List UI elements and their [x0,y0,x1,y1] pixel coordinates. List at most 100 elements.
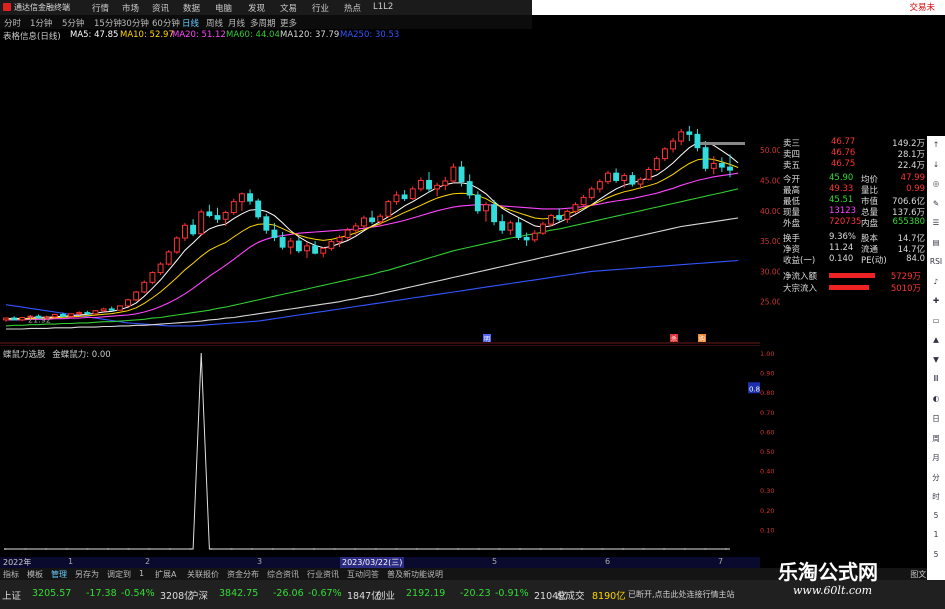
candle-body [108,308,115,311]
period-30min[interactable]: 30分钟 [121,17,149,29]
candle-body [531,232,538,241]
menu-item-faxian[interactable]: 发现 [248,2,265,14]
ask-row[interactable]: 卖三 46.77 149.2万 [779,137,927,149]
indicator-chart[interactable]: 0.82 [0,345,760,557]
toolbar-icon-20[interactable]: 1 [929,530,943,539]
period-multi[interactable]: 多周期 [250,17,276,29]
signal-badge-text-3: 购 [699,335,705,343]
stat-value: 45.51 [829,195,854,205]
flow-row: 净流入额 5729万 [779,270,927,282]
bottom-tab-6[interactable]: 扩展A [155,569,176,580]
candle-body [165,251,172,265]
toolbar-icon-5[interactable]: ▤ [929,238,943,247]
title-bar-blank: 交易未 [532,0,945,15]
indicator-axis-label: 0.90 [760,370,774,378]
toolbar-icon-3[interactable]: ✎ [929,199,943,208]
toolbar-icon-6[interactable]: RSI [929,257,943,266]
period-5min[interactable]: 5分钟 [62,17,84,29]
stat-value-2: 655380 [892,217,925,227]
trade-link[interactable]: 交易未 [909,1,935,13]
period-60min[interactable]: 60分钟 [152,17,180,29]
toolbar-icon-14[interactable]: 日 [929,413,943,424]
date-month-6: 6 [605,557,611,566]
candle-body [92,310,99,315]
baseline-dot [230,548,233,550]
toolbar-icon-17[interactable]: 分 [929,472,943,483]
period-monthly[interactable]: 月线 [228,17,245,29]
candle-body [458,166,465,183]
menu-item-redian[interactable]: 热点 [344,2,361,14]
toolbar-icon-12[interactable]: Ⅲ [929,374,943,383]
bottom-tab-3[interactable]: 另存为 [75,569,99,580]
bottom-tab-4[interactable]: 调定到 [107,569,131,580]
toolbar-icon-0[interactable]: ↑ [929,140,943,149]
toolbar-icon-19[interactable]: 5 [929,511,943,520]
ticker-name[interactable]: 上证 [2,588,21,602]
period-1min[interactable]: 1分钟 [30,17,52,29]
period-weekly[interactable]: 周线 [206,17,223,29]
toolbar-icon-16[interactable]: 月 [929,452,943,463]
bottom-tab-9[interactable]: 综合资讯 [267,569,299,580]
ask-row[interactable]: 卖四 46.76 28.1万 [779,148,927,160]
price-axis-label: 35.00 [760,237,780,246]
date-selected[interactable]: 2023/03/22(三) [340,557,405,568]
bottom-tab-7[interactable]: 关联报价 [187,569,219,580]
period-15min[interactable]: 15分钟 [94,17,122,29]
menu-item-wenyi[interactable]: 文易 [280,2,297,14]
bottom-tab-2[interactable]: 管理 [51,569,67,580]
bottom-tab-11[interactable]: 互动问答 [347,569,379,580]
menu-item-shuju[interactable]: 数据 [183,2,200,14]
period-more[interactable]: 更多 [280,17,297,29]
baseline-dot [416,548,418,550]
candle-body [11,317,18,321]
bottom-tab-5[interactable]: 1 [139,569,144,578]
ma-line-ma20 [6,172,739,321]
toolbar-icon-10[interactable]: ▲ [929,335,943,344]
candle-body [523,236,530,241]
menu-item-hangqing[interactable]: 行情 [92,2,109,14]
menu-item-zixun[interactable]: 资讯 [152,2,169,14]
ma-legend-bar: 表格信息(日线) MA5: 47.85 MA10: 52.97 MA20: 51… [0,29,532,42]
ticker-name[interactable]: 创业 [376,588,395,602]
connection-status[interactable]: 已断开,点击此处连接行情主站 [628,589,735,600]
candle-body [588,188,595,198]
toolbar-icon-9[interactable]: ▭ [929,316,943,325]
period-fenshi[interactable]: 分时 [4,17,21,29]
bottom-tab-8[interactable]: 资金分布 [227,569,259,580]
menu-item-shichang[interactable]: 市场 [122,2,139,14]
low-price-label: 21.92 [28,315,51,324]
period-daily[interactable]: 日线 [182,17,199,29]
baseline-dot [704,548,707,550]
ticker-pct: -0.91% [495,588,529,599]
toolbar-icon-8[interactable]: ✚ [929,296,943,305]
toolbar-icon-13[interactable]: ◐ [929,394,943,403]
bottom-tab-1[interactable]: 模板 [27,569,43,580]
toolbar-icon-21[interactable]: 5 [929,550,943,559]
toolbar-icon-1[interactable]: ↓ [929,160,943,169]
ask-row[interactable]: 卖五 46.75 22.4万 [779,159,927,171]
toolbar-icon-11[interactable]: ▼ [929,355,943,364]
menu-item-l1l2[interactable]: L1L2 [373,2,393,12]
signal-badge-text-1: 明 [484,336,490,343]
candle-body [564,210,571,220]
candle-body [19,316,26,321]
toolbar-icon-15[interactable]: 周 [929,433,943,444]
menu-item-hangye[interactable]: 行业 [312,2,329,14]
candle-body [515,222,522,238]
bottom-tab-12[interactable]: 普及新功能说明 [387,569,443,580]
baseline-dot [4,548,6,550]
ticker-name[interactable]: 沪深 [189,588,208,602]
toolbar-icon-7[interactable]: ♪ [929,277,943,286]
menu-item-diannao[interactable]: 电脑 [215,2,232,14]
ma120-label: MA120: 37.79 [280,30,340,40]
bottom-tab-0[interactable]: 指标 [3,569,19,580]
toolbar-icon-2[interactable]: ◎ [929,179,943,188]
toolbar-icon-18[interactable]: 时 [929,491,943,502]
bottom-tab-10[interactable]: 行业资讯 [307,569,339,580]
fundamental-row: 换手 9.36% 股本 14.7亿 [779,232,927,244]
toolbar-icon-4[interactable]: ☰ [929,218,943,227]
candle-body [51,313,58,318]
watermark-url: www.60lt.com [793,584,873,597]
candle-body [60,313,66,317]
candlestick-chart[interactable]: 21.92 明 杀 购 [0,42,760,344]
